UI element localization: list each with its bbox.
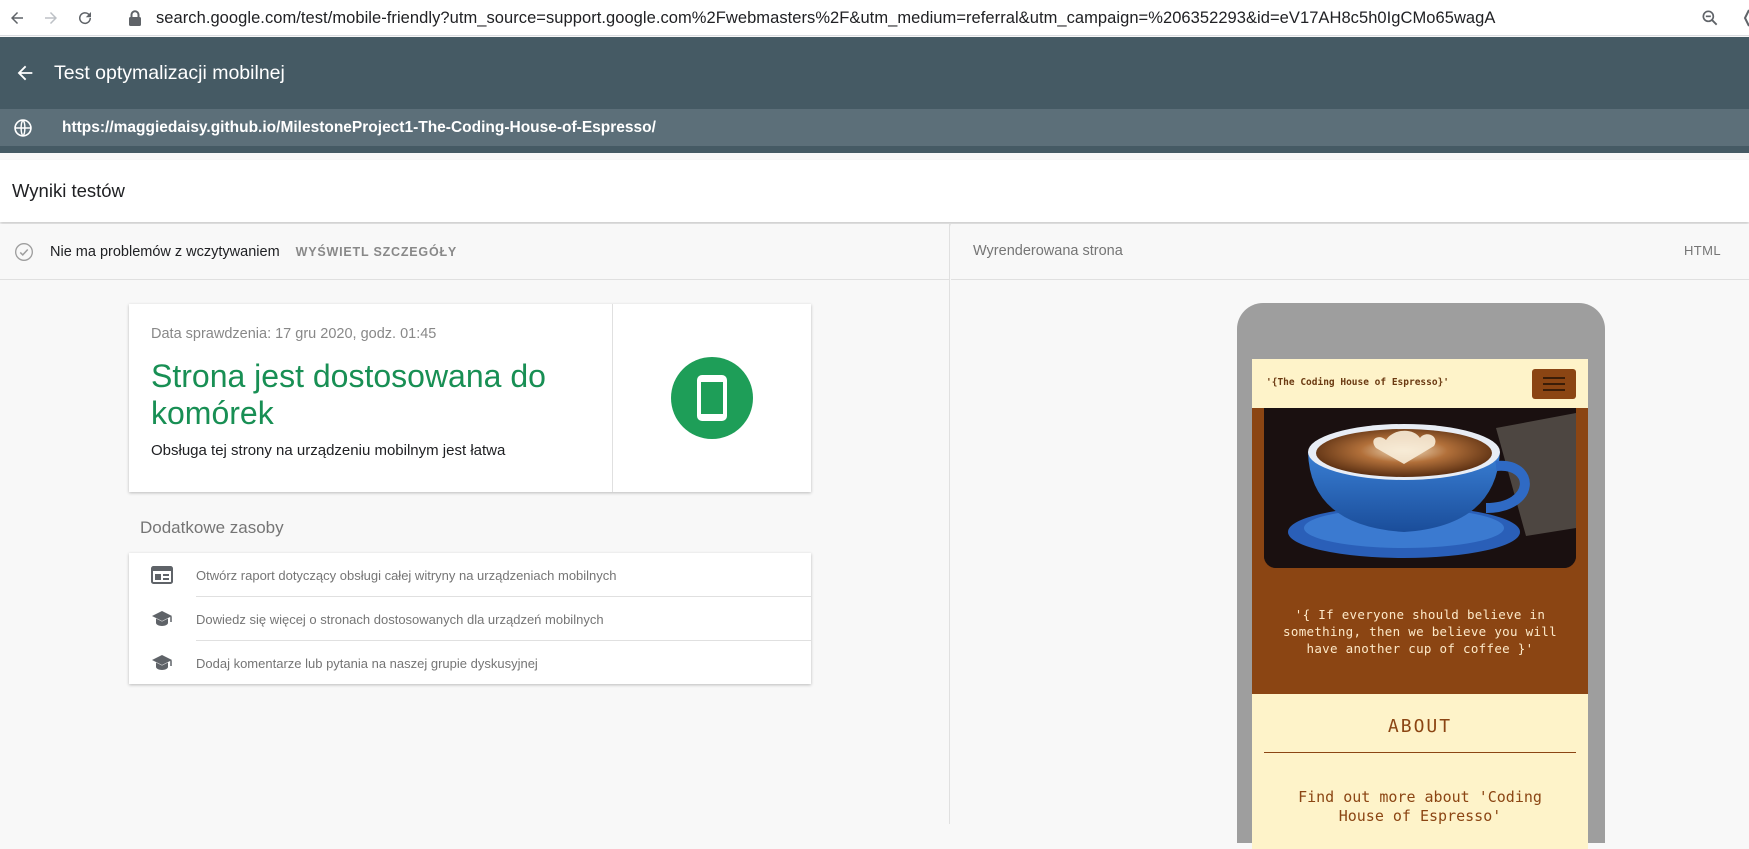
mobile-friendly-result-card: Data sprawdzenia: 17 gru 2020, godz. 01:… bbox=[129, 304, 811, 492]
hamburger-menu-icon bbox=[1532, 369, 1576, 399]
site-about-section: ABOUT Find out more about 'Coding House … bbox=[1252, 694, 1588, 849]
zoom-icon[interactable] bbox=[1700, 8, 1720, 28]
phone-frame: '{The Coding House of Espresso}' '{If e… bbox=[1237, 303, 1605, 849]
html-tab[interactable]: HTML bbox=[1684, 243, 1721, 258]
report-icon bbox=[151, 566, 173, 584]
site-quote: '{ If everyone should believe in somethi… bbox=[1283, 607, 1557, 656]
result-subtext: Obsługa tej strony na urządzeniu mobilny… bbox=[151, 442, 506, 459]
about-divider bbox=[1264, 752, 1576, 753]
browser-toolbar: search.google.com/test/mobile-friendly?u… bbox=[0, 0, 1749, 36]
browser-reload-button[interactable] bbox=[68, 1, 102, 35]
rendered-page-header: Wyrenderowana strona HTML bbox=[951, 224, 1749, 280]
graduation-cap-icon bbox=[152, 611, 172, 626]
results-header: Wyniki testów bbox=[0, 160, 1749, 222]
view-details-link[interactable]: WYŚWIETL SZCZEGÓŁY bbox=[296, 245, 457, 259]
site-hero: '{ If everyone should believe in somethi… bbox=[1252, 408, 1588, 694]
globe-icon bbox=[14, 118, 32, 137]
back-arrow-icon[interactable] bbox=[14, 62, 36, 84]
coffee-cup-image bbox=[1264, 408, 1576, 568]
address-bar[interactable]: search.google.com/test/mobile-friendly?u… bbox=[128, 4, 1718, 32]
resource-item-label: Otwórz raport dotyczący obsługi całej wi… bbox=[196, 567, 617, 583]
tested-url[interactable]: https://maggiedaisy.github.io/MilestoneP… bbox=[62, 119, 656, 137]
reload-icon bbox=[79, 11, 92, 24]
rendered-screenshot: '{The Coding House of Espresso}' '{If e… bbox=[1252, 359, 1588, 849]
page-title: Test optymalizacji mobilnej bbox=[54, 61, 285, 84]
about-text: Find out more about 'Coding House of Esp… bbox=[1298, 788, 1542, 825]
results-pane: Nie ma problemów z wczytywaniem WYŚWIETL… bbox=[0, 224, 950, 824]
resources-title: Dodatkowe zasoby bbox=[140, 518, 284, 537]
resource-item-label: Dowiedz się więcej o stronach dostosowan… bbox=[196, 611, 604, 627]
address-bar-url: search.google.com/test/mobile-friendly?u… bbox=[156, 8, 1496, 27]
resource-item-report[interactable]: Otwórz raport dotyczący obsługi całej wi… bbox=[129, 553, 811, 597]
loading-status-row: Nie ma problemów z wczytywaniem WYŚWIETL… bbox=[0, 224, 950, 280]
resource-item-feedback[interactable]: Dodaj komentarze lub pytania na naszej g… bbox=[129, 641, 811, 685]
browser-forward-button[interactable] bbox=[34, 1, 68, 35]
results-heading: Wyniki testów bbox=[12, 180, 125, 201]
check-circle-icon bbox=[15, 242, 33, 261]
result-summary: Data sprawdzenia: 17 gru 2020, godz. 01:… bbox=[129, 304, 613, 492]
result-headline: Strona jest dostosowana do komórek bbox=[151, 358, 546, 431]
about-title: ABOUT bbox=[1387, 716, 1453, 737]
browser-back-button[interactable] bbox=[0, 1, 34, 35]
resource-item-label: Dodaj komentarze lub pytania na naszej g… bbox=[196, 655, 538, 671]
site-brand: '{The Coding House of Espresso}' bbox=[1266, 377, 1450, 388]
arrow-right-icon bbox=[45, 11, 57, 24]
arrow-left-icon bbox=[11, 11, 23, 24]
bookmark-star-icon[interactable] bbox=[1738, 8, 1749, 28]
result-badge-area bbox=[613, 304, 811, 492]
loading-status-text: Nie ma problemów z wczytywaniem bbox=[50, 243, 280, 260]
site-navbar: '{The Coding House of Espresso}' bbox=[1252, 359, 1588, 408]
mobile-phone-icon bbox=[671, 357, 753, 439]
app-header: Test optymalizacji mobilnej bbox=[0, 37, 1749, 109]
tested-url-bar: https://maggiedaisy.github.io/MilestoneP… bbox=[0, 109, 1749, 153]
rendered-page-tab[interactable]: Wyrenderowana strona bbox=[973, 243, 1123, 259]
lock-icon bbox=[129, 10, 141, 26]
rendered-page-pane: Wyrenderowana strona HTML '{The Coding H… bbox=[951, 224, 1749, 849]
resources-list: Otwórz raport dotyczący obsługi całej wi… bbox=[129, 553, 811, 684]
graduation-cap-icon bbox=[152, 655, 172, 670]
check-date: Data sprawdzenia: 17 gru 2020, godz. 01:… bbox=[151, 326, 437, 342]
resource-item-learn[interactable]: Dowiedz się więcej o stronach dostosowan… bbox=[129, 597, 811, 641]
